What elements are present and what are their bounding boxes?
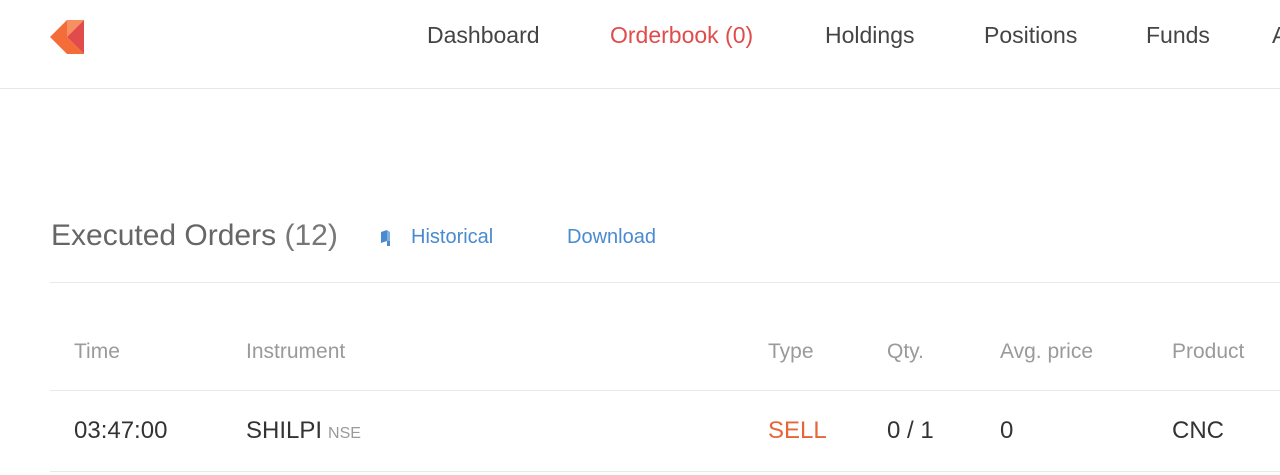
- download-link[interactable]: Download: [567, 226, 656, 249]
- instrument-symbol: SHILPI: [246, 417, 323, 444]
- nav-apps-partial[interactable]: A: [1272, 22, 1280, 49]
- nav-funds[interactable]: Funds: [1146, 22, 1210, 49]
- instrument-exchange: NSE: [328, 425, 361, 442]
- cell-product: CNC: [1172, 417, 1224, 444]
- section-divider: [50, 282, 1280, 283]
- section-title-text: Executed Orders: [51, 219, 277, 252]
- cell-instrument: SHILPI NSE: [246, 417, 361, 445]
- cell-time: 03:47:00: [74, 417, 168, 444]
- header-divider: [50, 390, 1280, 391]
- executed-orders-title: Executed Orders (12): [51, 219, 338, 253]
- cell-type: SELL: [768, 417, 827, 444]
- column-header-type[interactable]: Type: [768, 340, 814, 364]
- nav-holdings[interactable]: Holdings: [825, 22, 915, 49]
- cell-qty: 0 / 1: [887, 417, 934, 444]
- section-title-count: (12): [284, 219, 338, 252]
- column-header-product[interactable]: Product: [1172, 340, 1244, 364]
- nav-dashboard[interactable]: Dashboard: [427, 22, 540, 49]
- top-navigation-bar: Dashboard Orderbook (0) Holdings Positio…: [0, 0, 1280, 89]
- column-header-instrument[interactable]: Instrument: [246, 340, 345, 364]
- row-divider: [50, 471, 1280, 472]
- cell-avg-price: 0: [1000, 417, 1014, 444]
- column-header-qty[interactable]: Qty.: [887, 340, 924, 364]
- kite-logo-icon[interactable]: [50, 20, 102, 54]
- book-icon[interactable]: [379, 229, 393, 247]
- column-header-time[interactable]: Time: [74, 340, 120, 364]
- nav-orderbook[interactable]: Orderbook (0): [610, 22, 753, 49]
- column-header-avg-price[interactable]: Avg. price: [1000, 340, 1093, 364]
- nav-positions[interactable]: Positions: [984, 22, 1077, 49]
- historical-link[interactable]: Historical: [411, 226, 493, 249]
